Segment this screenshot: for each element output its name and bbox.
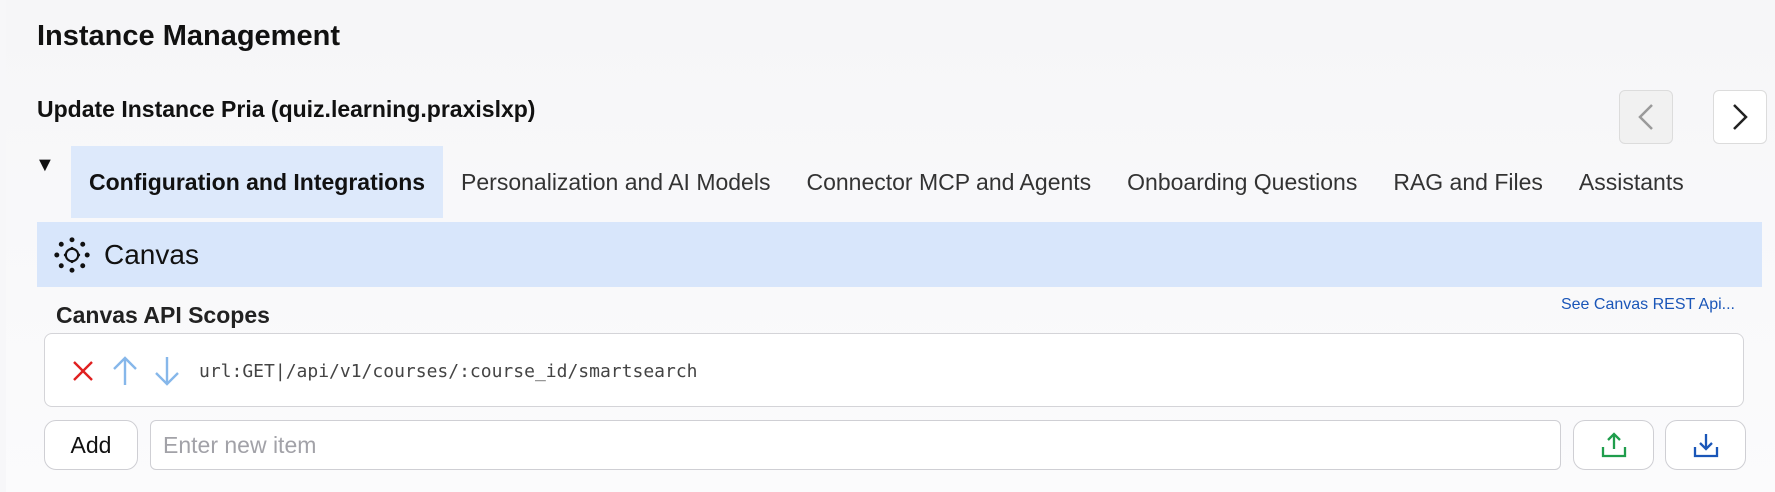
canvas-logo-icon [54, 236, 90, 273]
page-title: Instance Management [37, 20, 340, 52]
new-item-input[interactable] [150, 420, 1561, 470]
download-icon [1693, 434, 1718, 458]
download-button[interactable] [1665, 420, 1746, 470]
tab-onboarding-questions[interactable]: Onboarding Questions [1109, 146, 1375, 218]
move-up-button[interactable] [107, 353, 143, 389]
canvas-section-header[interactable]: Canvas [37, 222, 1762, 287]
tab-configuration-and-integrations[interactable]: Configuration and Integrations [71, 146, 444, 218]
arrow-down-icon [155, 357, 179, 386]
collapse-toggle[interactable]: ▼ [35, 155, 55, 175]
add-item-row: Add [44, 420, 1746, 470]
chevron-left-icon [1638, 104, 1653, 130]
move-down-button[interactable] [149, 353, 185, 389]
chevron-right-icon [1733, 104, 1748, 130]
tab-assistants[interactable]: Assistants [1561, 146, 1702, 218]
canvas-rest-api-link[interactable]: See Canvas REST Api... [1561, 296, 1735, 314]
scope-item-value[interactable]: url:GET|/api/v1/courses/:course_id/smart… [199, 361, 698, 382]
upload-button[interactable] [1573, 420, 1654, 470]
settings-tabs: Configuration and Integrations Personali… [71, 146, 1702, 218]
canvas-api-scopes-label: Canvas API Scopes [56, 302, 270, 328]
list-item: url:GET|/api/v1/courses/:course_id/smart… [65, 352, 698, 390]
scopes-list: url:GET|/api/v1/courses/:course_id/smart… [44, 333, 1744, 407]
close-icon [73, 361, 93, 381]
triangle-down-icon: ▼ [35, 154, 55, 176]
add-button[interactable]: Add [44, 420, 138, 470]
arrow-up-icon [113, 356, 137, 385]
scroll-tabs-left-button[interactable] [1619, 90, 1673, 144]
update-instance-title: Update Instance Pria (quiz.learning.prax… [37, 96, 536, 122]
tab-personalization-and-ai-models[interactable]: Personalization and AI Models [443, 146, 788, 218]
remove-item-button[interactable] [65, 353, 101, 389]
upload-icon [1601, 432, 1626, 458]
tab-connector-mcp-and-agents[interactable]: Connector MCP and Agents [788, 146, 1109, 218]
scroll-tabs-right-button[interactable] [1713, 90, 1767, 144]
section-title: Canvas [104, 238, 199, 270]
tab-rag-and-files[interactable]: RAG and Files [1375, 146, 1561, 218]
